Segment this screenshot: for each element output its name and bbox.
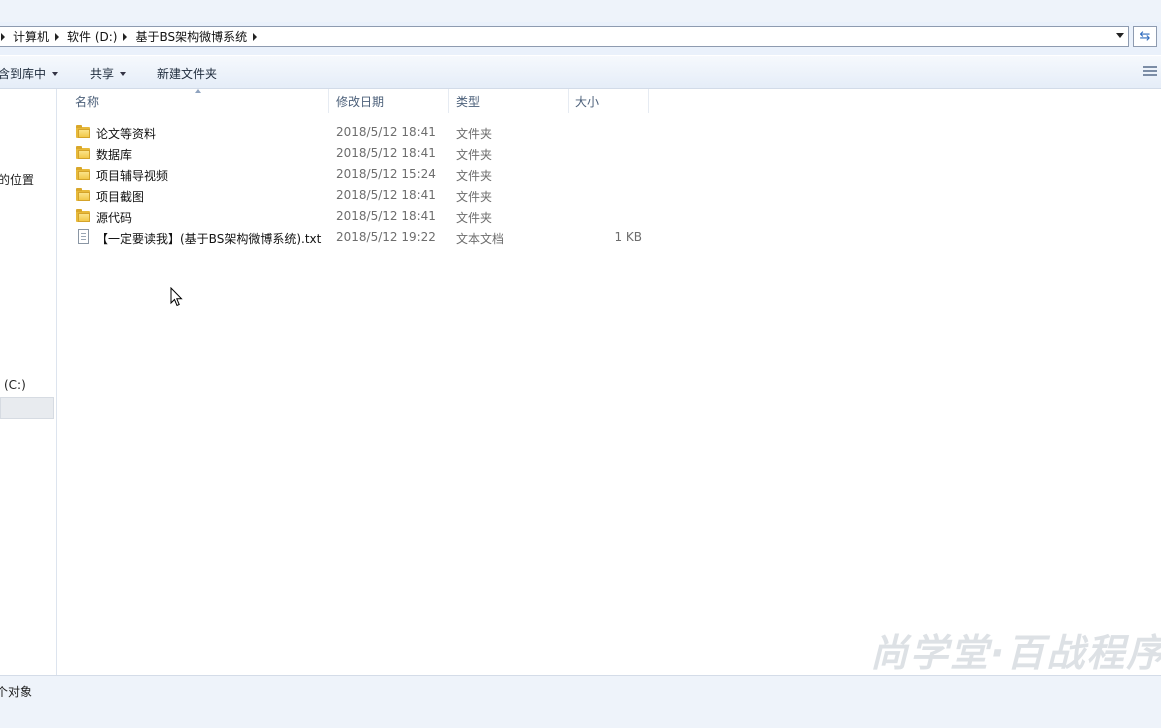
file-name: 论文等资料 [96,127,157,141]
file-list-pane: 名称 修改日期 类型 大小 论文等资料 2018/5/12 18:41 文件夹 … [57,89,1161,675]
address-bar-area: 计算机 软件 (D:) 基于BS架构微博系统 ⇆ [0,22,1161,55]
status-bar: 个对象 [0,675,1161,728]
new-folder-button[interactable]: 新建文件夹 [157,65,217,82]
nav-item-selected[interactable] [0,397,54,419]
file-date-modified: 2018/5/12 18:41 [336,188,436,202]
breadcrumb-computer[interactable]: 计算机 [13,28,49,45]
refresh-icon: ⇆ [1139,29,1151,44]
column-header-date-modified[interactable]: 修改日期 [329,89,449,113]
address-history-dropdown-icon[interactable] [1116,33,1124,38]
file-date-modified: 2018/5/12 18:41 [336,209,436,223]
folder-icon [75,187,91,203]
nav-item-drive-c[interactable]: (C:) [4,378,26,392]
file-row[interactable]: 数据库 2018/5/12 18:41 文件夹 [73,143,653,164]
mouse-cursor-icon [170,287,183,307]
file-type: 文件夹 [456,169,493,183]
chevron-down-icon [120,71,127,76]
file-type: 文件夹 [456,127,493,141]
file-type: 文件夹 [456,211,493,225]
include-in-library-label: 含到库中 [0,67,47,81]
column-header-name[interactable]: 名称 [69,89,329,113]
file-name: 源代码 [96,211,133,225]
file-row[interactable]: 源代码 2018/5/12 18:41 文件夹 [73,206,653,227]
breadcrumb-arrow-icon[interactable] [55,32,60,41]
change-view-icon[interactable] [1143,66,1157,78]
refresh-button[interactable]: ⇆ [1133,26,1157,47]
breadcrumb-arrow-icon[interactable] [123,32,128,41]
folder-icon [75,124,91,140]
column-header-size[interactable]: 大小 [569,89,649,113]
folder-icon [75,208,91,224]
breadcrumb-drive-d[interactable]: 软件 (D:) [67,28,117,45]
file-name: 【一定要读我】(基于BS架构微博系统).txt [96,232,322,246]
file-row[interactable]: 论文等资料 2018/5/12 18:41 文件夹 [73,122,653,143]
folder-icon [75,166,91,182]
file-name: 项目截图 [96,190,145,204]
file-row[interactable]: 项目辅导视频 2018/5/12 15:24 文件夹 [73,164,653,185]
file-type: 文本文档 [456,232,505,246]
include-in-library-button[interactable]: 含到库中 [0,65,59,82]
share-label: 共享 [90,67,115,81]
file-name: 项目辅导视频 [96,169,169,183]
folder-icon [75,145,91,161]
navigation-pane: 的位置 (C:) [0,89,57,675]
file-date-modified: 2018/5/12 19:22 [336,230,436,244]
file-name: 数据库 [96,148,133,162]
file-row[interactable]: 【一定要读我】(基于BS架构微博系统).txt 2018/5/12 19:22 … [73,227,653,248]
title-bar [0,0,1161,22]
file-date-modified: 2018/5/12 15:24 [336,167,436,181]
file-type: 文件夹 [456,190,493,204]
file-row[interactable]: 项目截图 2018/5/12 18:41 文件夹 [73,185,653,206]
explorer-window: 计算机 软件 (D:) 基于BS架构微博系统 ⇆ 含到库中 共享 新建文件夹 的… [0,0,1161,728]
new-folder-label: 新建文件夹 [157,67,218,81]
text-document-icon [75,229,91,245]
share-button[interactable]: 共享 [90,65,127,82]
item-count-status: 个对象 [0,685,33,699]
watermark-logo: 尚学堂·百战程序 [870,631,1161,675]
breadcrumb-arrow-icon[interactable] [253,32,258,41]
breadcrumb-arrow-icon[interactable] [1,32,5,41]
breadcrumb-current-folder[interactable]: 基于BS架构微博系统 [135,28,247,45]
command-toolbar: 含到库中 共享 新建文件夹 [0,56,1161,89]
file-date-modified: 2018/5/12 18:41 [336,125,436,139]
file-size: 1 KB [614,230,642,244]
nav-item-recent-places[interactable]: 的位置 [0,171,34,188]
column-header-type[interactable]: 类型 [449,89,569,113]
address-bar[interactable]: 计算机 软件 (D:) 基于BS架构微博系统 [0,26,1129,47]
file-type: 文件夹 [456,148,493,162]
file-date-modified: 2018/5/12 18:41 [336,146,436,160]
chevron-down-icon [52,71,59,76]
